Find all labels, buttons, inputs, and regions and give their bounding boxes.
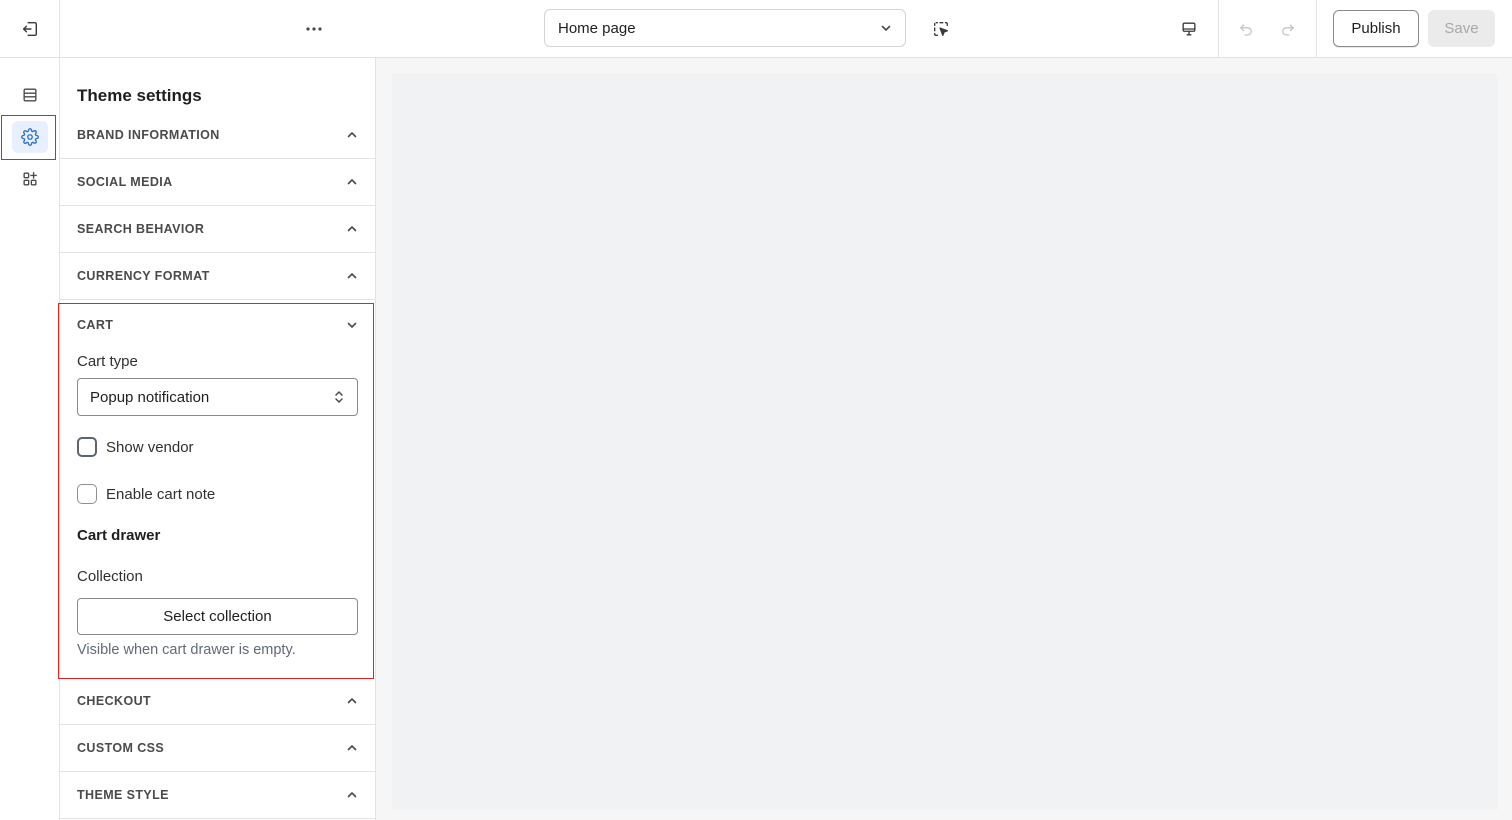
preview-area [376,58,1512,820]
sections-button[interactable] [12,79,48,111]
cart-highlight-frame [58,303,374,679]
redo-icon [1282,24,1294,36]
save-button[interactable]: Save [1428,10,1495,47]
publish-button[interactable]: Publish [1333,10,1419,47]
section-label: CURRENCY FORMAT [77,269,210,283]
preview-canvas[interactable] [392,74,1498,810]
undo-button[interactable] [1232,15,1260,43]
inspector-button[interactable] [926,15,956,43]
toolbar-divider [1218,0,1219,58]
select-cursor-icon [934,22,948,36]
chevron-up-icon [347,273,357,279]
section-checkout[interactable]: CHECKOUT [60,678,375,725]
chevron-up-icon [347,132,357,138]
chevron-down-icon [881,25,891,31]
section-label: SEARCH BEHAVIOR [77,222,205,236]
apps-button[interactable] [12,163,48,195]
exit-button[interactable] [0,0,60,58]
undo-icon [1240,24,1252,36]
toolbar-divider [1316,0,1317,58]
redo-button[interactable] [1274,15,1302,43]
section-custom-css[interactable]: CUSTOM CSS [60,725,375,772]
chevron-up-icon [347,792,357,798]
section-label: THEME STYLE [77,788,169,802]
section-brand-information[interactable]: BRAND INFORMATION [60,112,375,159]
section-currency-format[interactable]: CURRENCY FORMAT [60,253,375,300]
ellipsis-icon [306,27,322,31]
section-label: SOCIAL MEDIA [77,175,173,189]
selected-highlight-frame [1,115,56,160]
device-preview-button[interactable] [1174,15,1204,43]
chevron-up-icon [347,698,357,704]
apps-add-icon [23,172,37,186]
desktop-icon [1182,22,1196,36]
section-label: CUSTOM CSS [77,741,165,755]
page-selector-value: Home page [558,19,636,37]
left-rail [0,58,60,820]
top-bar: Home page Publish Save [0,0,1512,58]
section-social-media[interactable]: SOCIAL MEDIA [60,159,375,206]
section-search-behavior[interactable]: SEARCH BEHAVIOR [60,206,375,253]
section-label: BRAND INFORMATION [77,128,220,142]
chevron-up-icon [347,226,357,232]
more-actions-button[interactable] [296,15,332,43]
sections-icon [23,88,37,102]
section-theme-style[interactable]: THEME STYLE [60,772,375,819]
chevron-up-icon [347,179,357,185]
theme-settings-panel: Theme settings BRAND INFORMATION SOCIAL … [58,58,376,820]
exit-icon [22,21,37,37]
chevron-up-icon [347,745,357,751]
page-selector[interactable]: Home page [544,9,906,47]
panel-title: Theme settings [77,86,202,105]
section-label: CHECKOUT [77,694,152,708]
